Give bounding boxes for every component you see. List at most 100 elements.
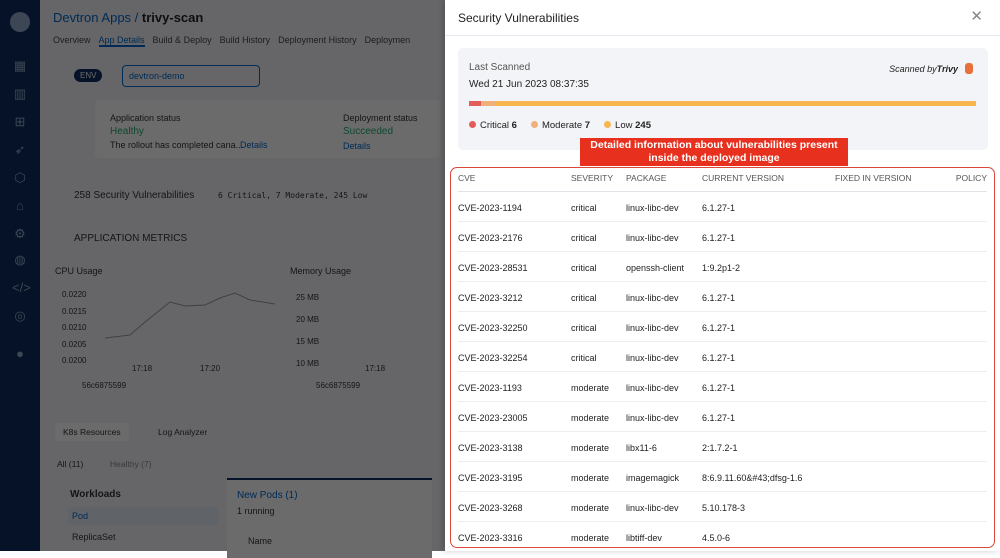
workloads-group[interactable]: Workloads bbox=[70, 489, 121, 500]
table-row[interactable]: CVE-2023-3138 moderate libx11-6 2:1.7.2-1 bbox=[458, 432, 987, 462]
package: imagemagick bbox=[626, 473, 680, 483]
severity: critical bbox=[571, 323, 597, 333]
current-version: 4.5.0-6 bbox=[702, 533, 731, 543]
current-version: 6.1.27-1 bbox=[702, 203, 736, 213]
charts-icon[interactable]: ▥ bbox=[12, 86, 28, 102]
severity: critical bbox=[571, 263, 597, 273]
cve-id: CVE-2023-3212 bbox=[458, 293, 523, 303]
new-pods-title: New Pods (1) bbox=[237, 490, 298, 501]
tab-deployment-history[interactable]: Deployment History bbox=[278, 35, 357, 47]
column-fixed-version[interactable]: FIXED IN VERSION bbox=[835, 173, 912, 183]
cve-id: CVE-2023-23005 bbox=[458, 413, 528, 423]
cve-id: CVE-2023-3138 bbox=[458, 443, 523, 453]
k8s-resources-tab[interactable]: K8s Resources bbox=[55, 423, 129, 441]
current-version: 5.10.178-3 bbox=[702, 503, 746, 513]
filter-all[interactable]: All (11) bbox=[57, 459, 83, 469]
mem-tick: 15 MB bbox=[296, 337, 320, 346]
column-current-version[interactable]: CURRENT VERSION bbox=[702, 173, 784, 183]
name-column: Name bbox=[248, 536, 273, 546]
tab-build-history[interactable]: Build History bbox=[220, 35, 271, 47]
package: linux-libc-dev bbox=[626, 413, 679, 423]
cpu-legend: 56c6875599 bbox=[82, 381, 127, 390]
breadcrumb-parent[interactable]: Devtron Apps / bbox=[53, 10, 138, 25]
table-row[interactable]: CVE-2023-1193 moderate linux-libc-dev 6.1.2… bbox=[458, 372, 987, 402]
cve-id: CVE-2023-32250 bbox=[458, 323, 528, 333]
sidebar: ▦ ▥ ⊞ ➶ ⬡ ⌂ ⚙ ◍ </> ◎ ● bbox=[0, 0, 40, 551]
current-version: 6.1.27-1 bbox=[702, 413, 736, 423]
severity: moderate bbox=[571, 383, 610, 393]
metrics-title: APPLICATION METRICS bbox=[74, 233, 188, 244]
column-cve[interactable]: CVE bbox=[458, 173, 475, 183]
security-vulnerabilities-panel: Security Vulnerabilities ✕ Last Scanned … bbox=[445, 0, 1000, 551]
app-status-message: The rollout has completed cana... bbox=[110, 140, 244, 150]
deploy-status-details-link[interactable]: Details bbox=[343, 141, 371, 151]
memory-usage-title: Memory Usage bbox=[290, 266, 352, 276]
current-version: 6.1.27-1 bbox=[702, 293, 736, 303]
devtron-logo-icon[interactable] bbox=[10, 12, 30, 32]
column-severity[interactable]: SEVERITY bbox=[571, 173, 613, 183]
app-status-details-link[interactable]: Details bbox=[240, 140, 268, 150]
severity: moderate bbox=[571, 413, 610, 423]
cve-id: CVE-2023-1194 bbox=[458, 203, 522, 213]
table-row[interactable]: CVE-2023-3195 moderate imagemagick 8:6.9.11… bbox=[458, 462, 987, 492]
current-version: 6.1.27-1 bbox=[702, 323, 736, 333]
vulnerability-counts: 6 Critical, 7 Moderate, 245 Low bbox=[218, 191, 368, 200]
package: libtiff-dev bbox=[626, 533, 662, 543]
apps-icon[interactable]: ▦ bbox=[12, 58, 28, 74]
table-row[interactable]: CVE-2023-23005 moderate linux-libc-dev 6.1.… bbox=[458, 402, 987, 432]
mem-legend: 56c6875599 bbox=[316, 381, 361, 390]
mem-tick: 10 MB bbox=[296, 359, 320, 368]
severity: critical bbox=[571, 203, 597, 213]
deploy-icon[interactable]: ➶ bbox=[12, 142, 28, 158]
table-row[interactable]: CVE-2023-1194 critical linux-libc-dev 6.1.2… bbox=[458, 192, 987, 222]
replicaset-item[interactable]: ReplicaSet bbox=[72, 532, 116, 542]
help-icon[interactable]: ◎ bbox=[12, 308, 28, 324]
table-row[interactable]: CVE-2023-2176 critical linux-libc-dev 6.1.2… bbox=[458, 222, 987, 252]
legend-low: Low 245 bbox=[604, 120, 651, 131]
security-icon[interactable]: ⌂ bbox=[12, 198, 28, 214]
cve-id: CVE-2023-1193 bbox=[458, 383, 522, 393]
current-version: 8:6.9.11.60&#43;dfsg-1.6 bbox=[702, 473, 803, 483]
cve-id: CVE-2023-32254 bbox=[458, 353, 528, 363]
column-package[interactable]: PACKAGE bbox=[626, 173, 666, 183]
scan-summary-card: Last Scanned Wed 21 Jun 2023 08:37:35 Sc… bbox=[458, 48, 988, 150]
table-row[interactable]: CVE-2023-32250 critical linux-libc-dev 6.1.… bbox=[458, 312, 987, 342]
package: linux-libc-dev bbox=[626, 323, 679, 333]
deploy-status-label: Deployment status bbox=[343, 113, 418, 123]
shield-icon[interactable]: ◍ bbox=[12, 252, 28, 268]
current-version: 1:9.2p1-2 bbox=[702, 263, 741, 273]
annotation-callout: Detailed information about vulnerabiliti… bbox=[580, 138, 848, 166]
settings-icon[interactable]: ⚙ bbox=[12, 226, 28, 242]
mem-x-tick: 17:18 bbox=[365, 364, 386, 373]
severity: moderate bbox=[571, 443, 610, 453]
current-version: 6.1.27-1 bbox=[702, 383, 736, 393]
user-icon[interactable]: ● bbox=[12, 346, 28, 362]
package: linux-libc-dev bbox=[626, 293, 679, 303]
table-row[interactable]: CVE-2023-32254 critical linux-libc-dev 6.1.… bbox=[458, 342, 987, 372]
tab-app-details[interactable]: App Details bbox=[98, 35, 145, 47]
table-row[interactable]: CVE-2023-3316 moderate libtiff-dev 4.5.0-6 bbox=[458, 522, 987, 547]
filter-healthy[interactable]: Healthy (7) bbox=[110, 459, 152, 469]
env-badge: ENV bbox=[74, 69, 103, 82]
code-icon[interactable]: </> bbox=[12, 280, 31, 296]
tab-overview[interactable]: Overview bbox=[53, 35, 91, 47]
cube-icon[interactable]: ⬡ bbox=[12, 170, 28, 186]
severity-bar bbox=[469, 101, 976, 106]
env-selector[interactable]: devtron-demo bbox=[122, 65, 260, 87]
log-analyzer-tab[interactable]: Log Analyzer bbox=[150, 423, 215, 441]
running-count: 1 running bbox=[237, 506, 275, 516]
close-icon[interactable]: ✕ bbox=[970, 7, 983, 25]
jobs-icon[interactable]: ⊞ bbox=[12, 114, 28, 130]
tab-build-deploy[interactable]: Build & Deploy bbox=[153, 35, 212, 47]
table-row[interactable]: CVE-2023-28531 critical openssh-client 1:9.… bbox=[458, 252, 987, 282]
severity-bar-moderate bbox=[480, 101, 495, 106]
package: libx11-6 bbox=[626, 443, 657, 453]
table-row[interactable]: CVE-2023-3268 moderate linux-libc-dev 5.10.… bbox=[458, 492, 987, 522]
cve-id: CVE-2023-3195 bbox=[458, 473, 523, 483]
table-row[interactable]: CVE-2023-3212 critical linux-libc-dev 6.1.2… bbox=[458, 282, 987, 312]
pod-item[interactable]: Pod bbox=[68, 507, 218, 525]
column-policy[interactable]: POLICY bbox=[956, 173, 987, 183]
legend-critical: Critical 6 bbox=[469, 120, 517, 131]
vulnerability-summary[interactable]: 258 Security Vulnerabilities bbox=[74, 190, 194, 201]
tab-deployment-metrics[interactable]: Deploymen bbox=[365, 35, 411, 47]
